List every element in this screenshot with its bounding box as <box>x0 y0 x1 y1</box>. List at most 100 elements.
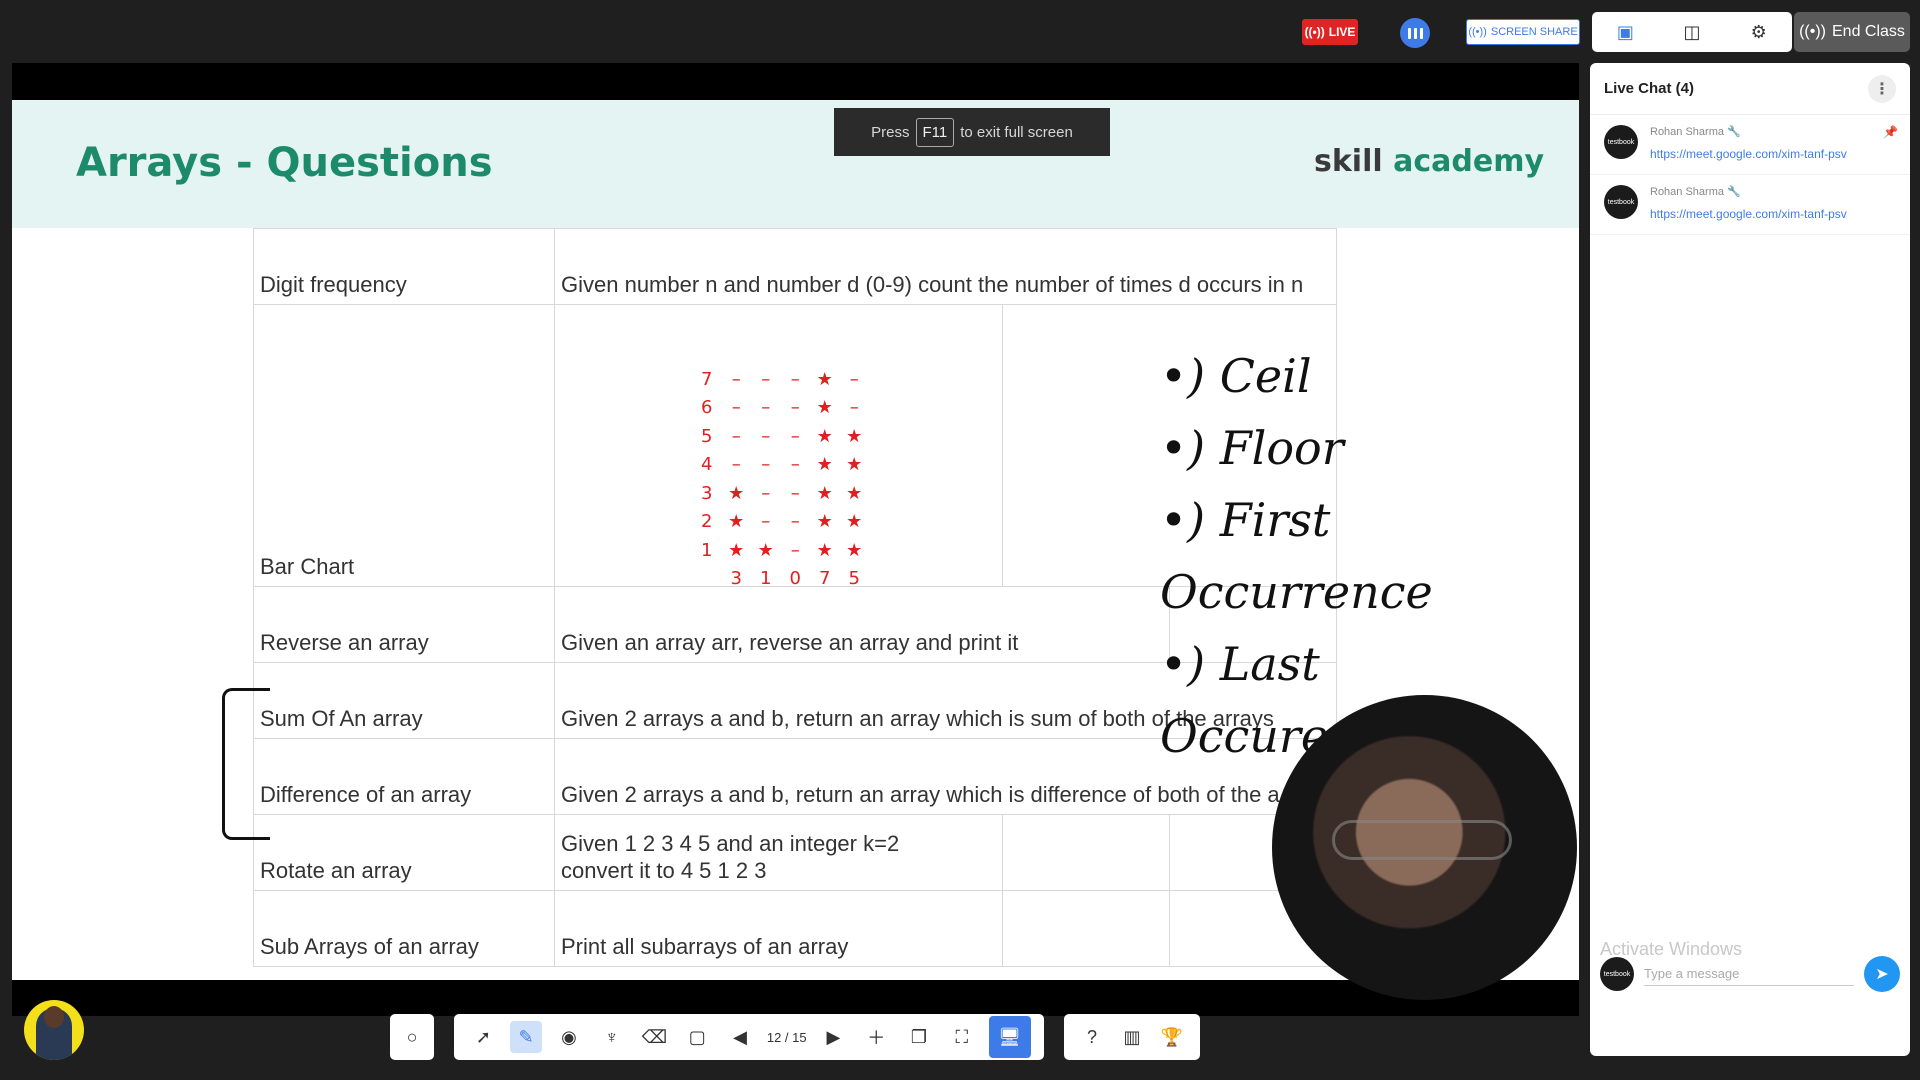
bar-grid-cell: 7 <box>701 368 713 390</box>
pause-button[interactable] <box>1400 18 1430 48</box>
chat-message-input[interactable]: Type a message <box>1644 962 1854 986</box>
bar-grid-row: 2 ★ – – ★ ★ <box>692 508 869 537</box>
pen-icon[interactable]: ✎ <box>510 1021 543 1053</box>
more-options-icon[interactable]: ⋮ <box>1868 74 1896 103</box>
bar-grid-cell: – <box>790 397 800 419</box>
bar-grid-row: 5– – – ★ ★ <box>692 422 869 451</box>
trophy-icon[interactable]: 🏆 <box>1156 1021 1188 1053</box>
previous-page-icon[interactable]: ◀ <box>724 1021 756 1053</box>
question-name: Sub Arrays of an array <box>253 890 555 967</box>
bar-grid-row: 1 ★ ★ – ★ ★ <box>692 536 869 565</box>
chat-toggle-icon[interactable]: ▣ <box>1609 16 1641 48</box>
fullscreen-icon[interactable]: ⛶ <box>946 1021 978 1053</box>
bar-grid-cell: ★ <box>728 511 745 533</box>
bar-grid-cell: ★ <box>816 425 833 447</box>
bar-grid-cell: – <box>761 454 771 476</box>
question-name: Digit frequency <box>253 228 555 305</box>
bar-grid-cell: ★ <box>816 539 833 561</box>
bar-grid-cell: – <box>790 368 800 390</box>
top-bar: ((•)) LIVE ((•)) SCREEN SHARE ▣ ◫ ⚙ ((•)… <box>0 0 1920 62</box>
wrench-icon: 🔧 <box>1727 186 1741 198</box>
bar-grid-row: 31075 <box>692 565 869 594</box>
bar-grid-cell: ★ <box>846 511 863 533</box>
gear-icon[interactable]: ⚙ <box>1743 16 1775 48</box>
bar-grid-cell: 2 <box>701 511 713 533</box>
bar-grid-cell: ★ <box>816 511 833 533</box>
brand-logo: skill academy <box>1314 144 1545 179</box>
bar-grid-cell: – <box>731 425 741 447</box>
bar-grid-cell: 6 <box>701 397 713 419</box>
camera-feed-detail <box>44 1006 64 1028</box>
message-author: Rohan Sharma 🔧 <box>1650 186 1741 198</box>
screen-share-button[interactable]: ((•)) SCREEN SHARE <box>1466 19 1580 45</box>
bar-grid-cell: ★ <box>816 454 833 476</box>
broadcast-icon: ((•)) <box>1468 26 1487 38</box>
bar-grid-cell: ★ <box>846 425 863 447</box>
bar-grid-cell: – <box>849 397 859 419</box>
bar-grid-cell: 7 <box>819 568 831 590</box>
bar-grid-cell: ★ <box>816 368 833 390</box>
bar-grid-cell: – <box>731 397 741 419</box>
note-line: •) Floor <box>1160 421 1344 475</box>
question-name: Bar Chart <box>253 304 555 587</box>
present-screen-icon[interactable]: 🖥 <box>988 1016 1031 1058</box>
chat-header: Live Chat (4) ⋮ <box>1590 63 1910 115</box>
bar-grid-cell: – <box>790 511 800 533</box>
question-name: Reverse an array <box>253 586 555 663</box>
question-icon[interactable]: ? <box>1076 1021 1108 1053</box>
highlighter-icon[interactable]: ♆ <box>596 1021 628 1053</box>
bar-grid-cell: – <box>761 397 771 419</box>
bar-grid-cell: – <box>761 368 771 390</box>
bar-grid-cell: – <box>790 425 800 447</box>
table-row: Digit frequency Given number n and numbe… <box>253 228 1337 305</box>
bar-grid-cell: – <box>731 368 741 390</box>
top-tool-group: ▣ ◫ ⚙ <box>1592 12 1792 52</box>
bar-grid-cell: ★ <box>728 482 745 504</box>
avatar: testbook <box>1604 185 1638 219</box>
instructor-camera[interactable] <box>1272 695 1577 1000</box>
end-class-button[interactable]: ((•)) End Class <box>1794 12 1910 52</box>
table-row: Rotate an array Given 1 2 3 4 5 and an i… <box>253 814 1337 891</box>
shape-toolbar: ○ <box>390 1014 434 1060</box>
question-desc: Given 1 2 3 4 5 and an integer k=2 conve… <box>554 814 1003 891</box>
self-camera[interactable] <box>24 1000 84 1060</box>
copy-page-icon[interactable]: ❐ <box>903 1021 935 1053</box>
bar-grid-cell: 3 <box>701 482 713 504</box>
pin-icon[interactable]: 📌 <box>1883 125 1898 139</box>
eraser-icon[interactable]: ⌫ <box>639 1021 671 1053</box>
message-link[interactable]: https://meet.google.com/xim-tanf-psv <box>1650 144 1847 164</box>
pointer-icon[interactable]: ➚ <box>467 1021 499 1053</box>
chat-message: testbook Rohan Sharma 🔧 https://meet.goo… <box>1590 115 1910 175</box>
bar-grid-cell: – <box>761 482 771 504</box>
bar-grid-cell: 4 <box>701 454 713 476</box>
add-page-icon[interactable]: ＋ <box>860 1021 892 1053</box>
bar-grid-cell: – <box>761 425 771 447</box>
message-link[interactable]: https://meet.google.com/xim-tanf-psv <box>1650 204 1847 224</box>
avatar: testbook <box>1600 957 1634 991</box>
note-line: •) Ceil <box>1160 349 1312 403</box>
bar-grid-cell: – <box>731 454 741 476</box>
question-name: Sum Of An array <box>253 662 555 739</box>
rectangle-icon[interactable]: ▢ <box>681 1021 713 1053</box>
presentation-stage: Press F11 to exit full screen Arrays - Q… <box>12 63 1579 1016</box>
bar-grid-row: 4– – – ★ ★ <box>692 451 869 480</box>
chat-message: testbook Rohan Sharma 🔧 https://meet.goo… <box>1590 175 1910 235</box>
camera-icon[interactable]: ◫ <box>1676 16 1708 48</box>
color-picker-icon[interactable]: ◉ <box>553 1021 585 1053</box>
bar-grid-row: 7– – – ★ – <box>692 365 869 394</box>
next-page-icon[interactable]: ▶ <box>817 1021 849 1053</box>
send-icon[interactable]: ➤ <box>1864 956 1900 992</box>
circle-icon[interactable]: ○ <box>398 1021 426 1053</box>
question-desc: Given an array arr, reverse an array and… <box>554 586 1170 663</box>
live-chat-panel: Live Chat (4) ⋮ testbook Rohan Sharma 🔧 … <box>1590 63 1910 1056</box>
note-line: •) First Occurrence <box>1160 493 1433 619</box>
bar-grid-cell: 5 <box>701 425 713 447</box>
broadcast-icon: ((•)) <box>1799 23 1826 40</box>
question-name: Difference of an array <box>253 738 555 815</box>
live-badge: ((•)) LIVE <box>1302 19 1358 45</box>
wrench-icon: 🔧 <box>1727 126 1741 138</box>
bar-grid-cell: ★ <box>816 397 833 419</box>
poll-icon[interactable]: ▥ <box>1116 1021 1148 1053</box>
bar-grid-cell: 1 <box>760 568 772 590</box>
engagement-toolbar: ? ▥ 🏆 <box>1064 1014 1200 1060</box>
